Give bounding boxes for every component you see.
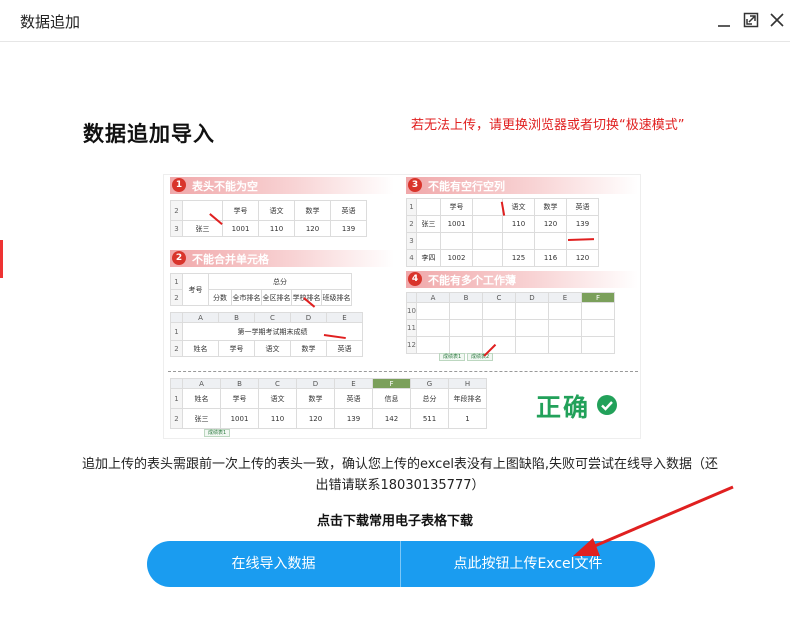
left-edge-marker (0, 240, 3, 278)
action-button-group: 在线导入数据 点此按钮上传Excel文件 (147, 541, 655, 587)
section-number: 4 (408, 272, 422, 286)
guide-divider (168, 371, 638, 372)
upload-instructions: 追加上传的表头需跟前一次上传的表头一致，确认您上传的excel表没有上图缺陷,失… (81, 457, 719, 493)
section-number: 2 (172, 251, 186, 265)
correct-label: 正确 (536, 393, 591, 422)
example-table-correct: A B C D E F G H 1 姓名 学号 语文 数学 英语 信息 总分 年… (170, 378, 487, 429)
maximize-icon[interactable] (741, 10, 761, 30)
guide-section-2: 2 不能合并单元格 (170, 250, 394, 267)
format-guide-image: 1 表头不能为空 2 学号 语文 数学 英语 3 张三 1001 110 120… (163, 174, 641, 439)
section-number: 3 (408, 178, 422, 192)
download-template-link[interactable]: 点击下载常用电子表格下载 (0, 510, 790, 529)
section-title: 不能有空行空列 (428, 180, 505, 193)
example-table-empty-header: 2 学号 语文 数学 英语 3 张三 1001 110 120 139 (170, 200, 367, 237)
page-heading: 数据追加导入 (83, 122, 215, 146)
example-table-multi-sheet: A B C D E F 10 11 12 (406, 292, 615, 354)
example-table-merged-header: 1 考号 总分 2 分数 全市排名 全区排名 学校排名 班级排名 (170, 273, 352, 306)
sheet-tab: 成绩表1 (439, 353, 466, 361)
check-icon (597, 395, 617, 415)
minimize-icon[interactable] (714, 10, 734, 30)
guide-section-3: 3 不能有空行空列 (406, 177, 638, 194)
browser-warning: 若无法上传，请更换浏览器或者切换“极速模式” (411, 118, 685, 133)
sheet-tab: 成绩表2 (467, 353, 494, 361)
window-title: 数据追加 (20, 13, 81, 31)
close-icon[interactable] (767, 10, 787, 30)
online-import-button[interactable]: 在线导入数据 (147, 541, 400, 587)
sheet-tab: 成绩表1 (204, 429, 231, 437)
section-title: 表头不能为空 (192, 180, 258, 193)
title-bar: 数据追加 (0, 0, 790, 42)
section-number: 1 (172, 178, 186, 192)
section-title: 不能合并单元格 (192, 253, 269, 266)
guide-section-4: 4 不能有多个工作薄 (406, 271, 638, 288)
guide-section-1: 1 表头不能为空 (170, 177, 394, 194)
upload-excel-button[interactable]: 点此按钮上传Excel文件 (401, 541, 655, 587)
section-title: 不能有多个工作薄 (428, 274, 516, 287)
